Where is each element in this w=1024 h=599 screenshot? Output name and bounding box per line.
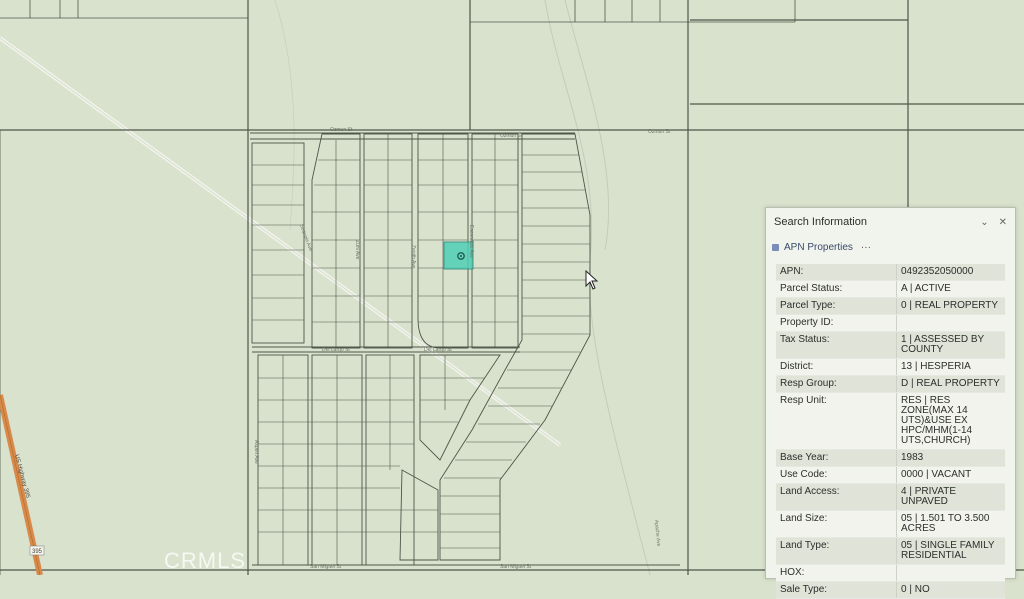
property-key: Base Year: [776, 450, 897, 466]
property-key: HOX: [776, 565, 897, 581]
street-label: San Miguel St [310, 564, 342, 570]
property-key: Land Size: [776, 511, 897, 537]
mouse-cursor-icon [585, 270, 599, 290]
property-value: 13 | HESPERIA [901, 361, 971, 372]
table-row: Land Size: 05 | 1.501 TO 3.500 ACRES [776, 511, 1005, 538]
minimize-icon[interactable]: ⌄ [980, 217, 988, 228]
property-value: 0 | REAL PROPERTY [901, 300, 999, 311]
table-row: Sale Type: 0 | NO [776, 582, 1005, 599]
street-label: Zenith Ave [410, 245, 416, 269]
table-row: Land Access: 4 | PRIVATE UNPAVED [776, 484, 1005, 511]
property-key: Land Type: [776, 538, 897, 564]
street-label: Del Largo St [322, 347, 350, 353]
properties-icon [772, 243, 779, 251]
table-row: Parcel Status: A | ACTIVE [776, 281, 1005, 298]
close-icon[interactable]: ✕ [999, 217, 1007, 228]
table-row: Property ID: [776, 315, 1005, 332]
table-row: HOX: [776, 565, 1005, 582]
street-label: Aspen Ave [253, 440, 259, 464]
property-key: Resp Unit: [776, 393, 897, 449]
property-value: D | REAL PROPERTY [901, 378, 1000, 389]
street-label: San Miguel St [500, 564, 532, 570]
property-value: A | ACTIVE [901, 283, 951, 294]
property-value: 1983 [901, 452, 924, 463]
table-row: Base Year: 1983 [776, 450, 1005, 467]
street-label: Ozmun St [330, 127, 353, 133]
apn-properties-label: APN Properties [784, 241, 853, 253]
street-label: Ozmun St [500, 133, 523, 139]
properties-table: APN: 0492352050000 Parcel Status: A | ACTI… [776, 264, 1005, 599]
property-value [897, 565, 1005, 581]
street-label: Escondido Ave [468, 225, 474, 258]
property-value: 0000 | VACANT [901, 469, 972, 480]
property-key: APN: [776, 264, 897, 280]
apn-properties-header[interactable]: APN Properties ··· [766, 236, 1015, 258]
table-row: APN: 0492352050000 [776, 264, 1005, 281]
property-value: 05 | SINGLE FAMILY RESIDENTIAL [901, 540, 995, 561]
highway-shield-label: 395 [32, 549, 43, 555]
panel-header: Search Information ⌄ ✕ [766, 208, 1015, 236]
property-key: Land Access: [776, 484, 897, 510]
property-value: 05 | 1.501 TO 3.500 ACRES [901, 513, 990, 534]
property-key: Resp Group: [776, 376, 897, 392]
property-key: Parcel Status: [776, 281, 897, 297]
property-value: 1 | ASSESSED BY COUNTY [901, 334, 985, 355]
table-row: Land Type: 05 | SINGLE FAMILY RESIDENTIAL [776, 538, 1005, 565]
property-value: 0492352050000 [901, 266, 974, 277]
property-key: Property ID: [776, 315, 897, 331]
property-key: Parcel Type: [776, 298, 897, 314]
property-value: 0 | NO [901, 584, 930, 595]
table-row: Use Code: 0000 | VACANT [776, 467, 1005, 484]
search-information-panel: Search Information ⌄ ✕ APN Properties ··… [765, 207, 1016, 599]
table-row: Parcel Type: 0 | REAL PROPERTY [776, 298, 1005, 315]
property-key: Use Code: [776, 467, 897, 483]
property-value [897, 315, 1005, 331]
property-key: District: [776, 359, 897, 375]
property-value: 4 | PRIVATE UNPAVED [901, 486, 957, 507]
property-key: Tax Status: [776, 332, 897, 358]
property-value: RES | RES ZONE(MAX 14 UTS)&USE EX HPC/MH… [901, 395, 973, 446]
street-label: Zuni Ave [354, 240, 360, 260]
table-row: Resp Unit: RES | RES ZONE(MAX 14 UTS)&USE… [776, 393, 1005, 450]
panel-title: Search Information [774, 216, 867, 228]
table-row: Resp Group: D | REAL PROPERTY [776, 376, 1005, 393]
street-label: Del Largo St [424, 347, 452, 353]
table-row: Tax Status: 1 | ASSESSED BY COUNTY [776, 332, 1005, 359]
watermark: CRMLS [164, 548, 247, 573]
more-options-icon[interactable]: ··· [861, 242, 871, 253]
table-row: District: 13 | HESPERIA [776, 359, 1005, 376]
street-label: Ozmun St [648, 129, 671, 135]
property-key: Sale Type: [776, 582, 897, 598]
